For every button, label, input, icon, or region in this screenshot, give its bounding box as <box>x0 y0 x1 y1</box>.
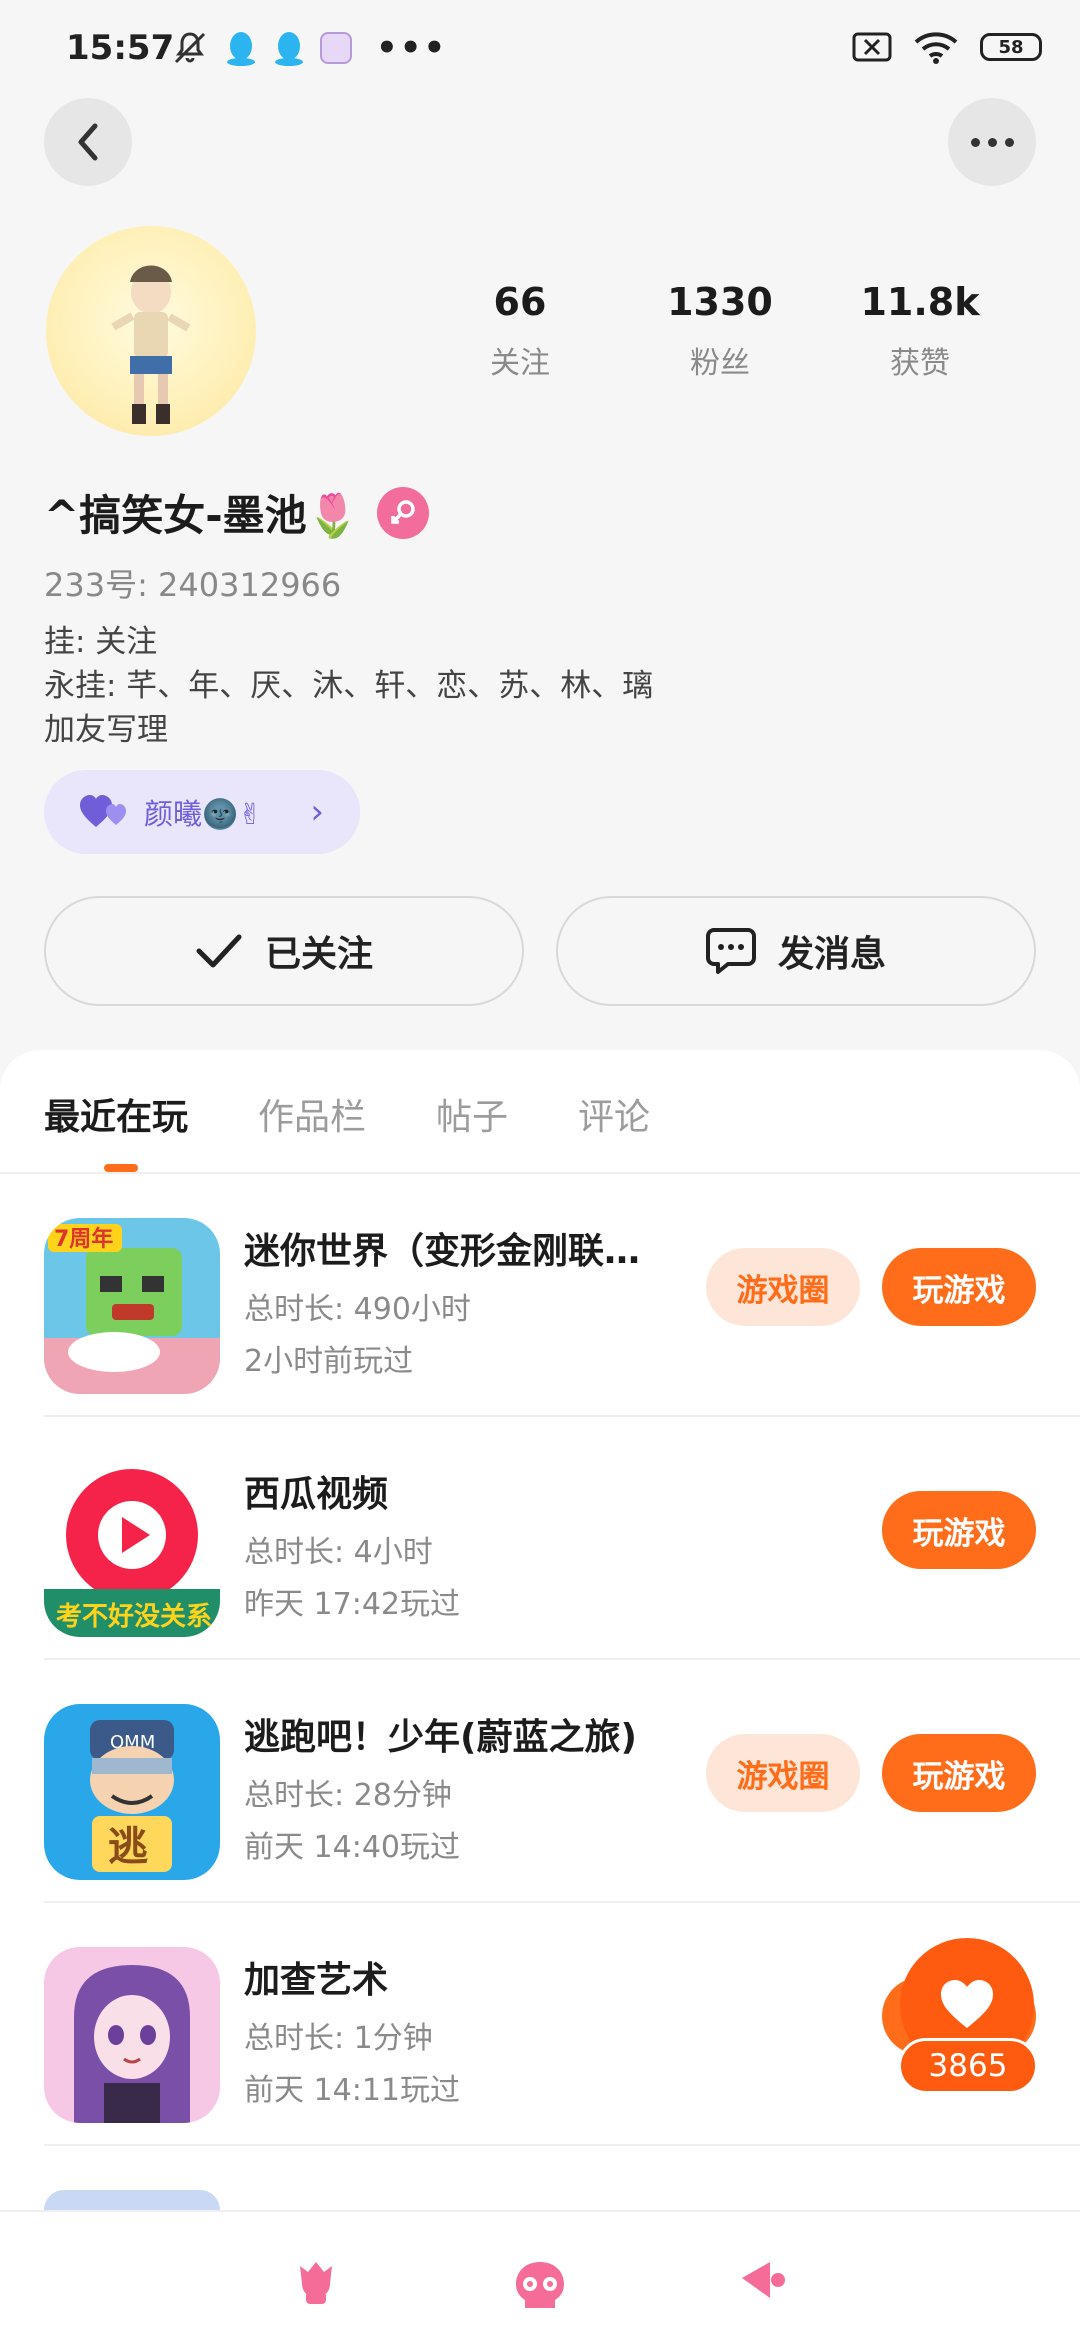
play-game-button[interactable]: 玩游戏 <box>882 1248 1036 1326</box>
game-duration: 总时长: 4小时 <box>244 1535 433 1570</box>
svg-text:考不好没关系: 考不好没关系 <box>56 1602 212 1632</box>
play-game-button[interactable]: 玩游戏 <box>882 1734 1036 1812</box>
tab-works[interactable]: 作品栏 <box>258 1088 366 1140</box>
stat-value: 1330 <box>667 280 773 324</box>
chevron-right-icon: › <box>310 792 324 832</box>
active-tab-indicator <box>104 1164 138 1172</box>
qq-icon <box>275 32 303 66</box>
stat-following[interactable]: 66 关注 <box>420 280 620 382</box>
tab-comments[interactable]: 评论 <box>578 1088 650 1140</box>
game-last-played: 前天 14:40玩过 <box>244 1830 460 1865</box>
more-dot-icon <box>970 137 980 147</box>
stat-label: 关注 <box>490 346 550 381</box>
heart-icon <box>941 1980 993 2028</box>
list-item[interactable]: 考不好没关系 西瓜视频 总时长: 4小时 昨天 17:42玩过 玩游戏 <box>0 1417 1080 1660</box>
message-label: 发消息 <box>777 934 886 975</box>
game-duration: 总时长: 490小时 <box>244 1292 471 1327</box>
tab-recently-played[interactable]: 最近在玩 <box>44 1088 188 1140</box>
status-time: 15:57 <box>66 28 175 68</box>
stat-label: 粉丝 <box>690 346 750 381</box>
female-gender-icon <box>376 486 429 539</box>
tab-posts[interactable]: 帖子 <box>436 1088 508 1140</box>
game-icon-gacha-art <box>44 1947 220 2123</box>
game-name: 加查艺术 <box>244 1960 389 2001</box>
stat-followers[interactable]: 1330 粉丝 <box>620 280 820 382</box>
list-item[interactable]: 7周年 迷你世界（变形金刚联… 总时长: 490小时 2小时前玩过 游戏圈 玩游… <box>0 1174 1080 1417</box>
fan-tag-chip[interactable]: 颜曦🌚✌ › <box>44 770 360 854</box>
svg-text:逃: 逃 <box>108 1824 148 1870</box>
game-name: 逃跑吧！少年(蔚蓝之旅) <box>244 1717 637 1758</box>
bio-line: 挂: 关注 <box>44 624 158 660</box>
flower-icon[interactable] <box>292 2260 340 2306</box>
app-notification-icon <box>320 32 352 64</box>
bio-line: 永挂: 芊、年、厌、沐、轩、恋、苏、林、璃 <box>44 668 654 704</box>
profile-bio: 挂: 关注 永挂: 芊、年、厌、沐、轩、恋、苏、林、璃 加友写理 <box>44 620 653 752</box>
send-message-button[interactable]: 发消息 <box>556 896 1036 1006</box>
status-bar: 15:57 ••• 58 <box>0 0 1080 100</box>
list-item[interactable]: OMM 逃 逃跑吧！少年(蔚蓝之旅) 总时长: 28分钟 前天 14:40玩过 … <box>0 1660 1080 1903</box>
game-duration: 总时长: 1分钟 <box>244 2021 433 2056</box>
game-name: 西瓜视频 <box>244 1474 389 1515</box>
like-count: 3865 <box>898 2038 1038 2094</box>
game-last-played: 2小时前玩过 <box>244 1344 414 1379</box>
game-icon-run-boy: OMM 逃 <box>44 1704 220 1880</box>
bio-line: 加友写理 <box>44 712 168 748</box>
chat-bubble-icon <box>705 928 756 974</box>
avatar[interactable] <box>46 226 256 436</box>
stat-value: 11.8k <box>860 280 980 324</box>
followed-label: 已关注 <box>264 934 373 975</box>
divider <box>44 2144 1080 2146</box>
stat-label: 获赞 <box>890 346 950 381</box>
game-icon-mini-world: 7周年 <box>44 1218 220 1394</box>
avatar-character-image <box>111 265 191 424</box>
more-notifications-icon: ••• <box>376 28 448 68</box>
followed-button[interactable]: 已关注 <box>44 896 524 1006</box>
checkmark-icon <box>196 934 242 968</box>
back-button[interactable] <box>44 98 132 186</box>
mute-icon <box>174 32 206 64</box>
stat-value: 66 <box>493 280 547 324</box>
chevron-left-icon <box>78 123 98 161</box>
heart-pair-icon <box>80 795 126 827</box>
nickname-text: ^搞笑女-墨池🌷 <box>44 491 359 540</box>
play-game-button[interactable]: 玩游戏 <box>882 1491 1036 1569</box>
list-item-peek <box>44 2190 220 2210</box>
profile-nickname: ^搞笑女-墨池🌷 <box>44 482 429 543</box>
skull-icon[interactable] <box>512 2260 568 2310</box>
profile-tabs: 最近在玩 作品栏 帖子 评论 <box>44 1088 650 1140</box>
game-last-played: 昨天 17:42玩过 <box>244 1587 460 1622</box>
sim-off-icon <box>852 32 892 62</box>
battery-icon: 58 <box>980 33 1042 61</box>
more-options-button[interactable] <box>948 98 1036 186</box>
game-circle-button[interactable]: 游戏圈 <box>706 1734 860 1812</box>
stat-likes[interactable]: 11.8k 获赞 <box>820 280 1020 382</box>
svg-text:7周年: 7周年 <box>54 1226 113 1252</box>
qq-icon <box>227 32 255 66</box>
user-id: 233号: 240312966 <box>44 566 342 604</box>
game-circle-button[interactable]: 游戏圈 <box>706 1248 860 1326</box>
game-name: 迷你世界（变形金刚联… <box>244 1231 641 1272</box>
megaphone-icon[interactable] <box>738 2260 788 2300</box>
bottom-nav <box>0 2210 1080 2340</box>
wifi-icon <box>914 32 958 64</box>
game-duration: 总时长: 28分钟 <box>244 1778 452 1813</box>
game-icon-xigua-video: 考不好没关系 <box>44 1461 220 1637</box>
game-last-played: 前天 14:11玩过 <box>244 2073 460 2108</box>
floating-like-button[interactable]: 3865 <box>898 1938 1038 2104</box>
profile-stats: 66 关注 1330 粉丝 11.8k 获赞 <box>420 280 1020 382</box>
fan-tag-label: 颜曦🌚✌ <box>144 797 263 831</box>
